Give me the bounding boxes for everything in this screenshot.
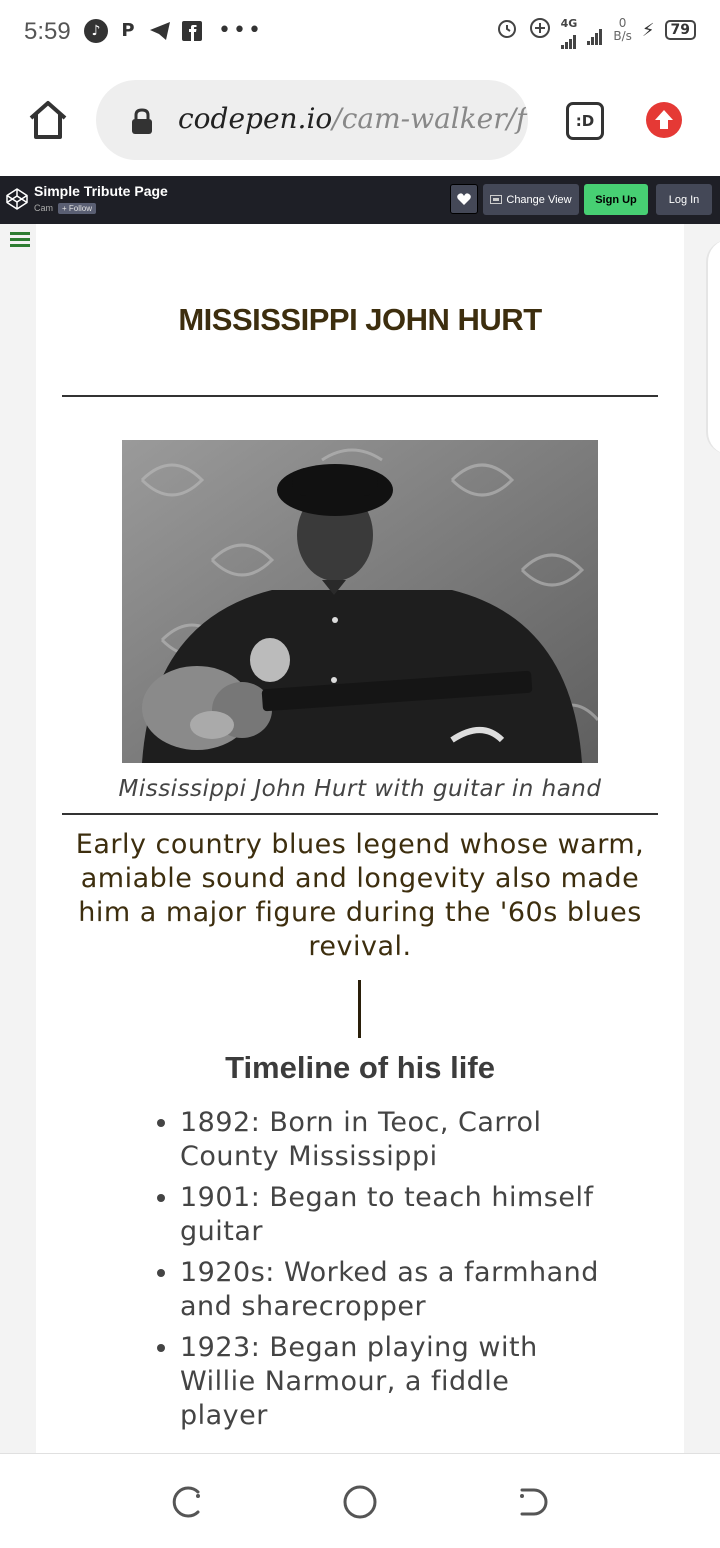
recents-button[interactable] [516, 1484, 552, 1520]
p-icon: P [121, 20, 135, 41]
signal-bars-icon [587, 26, 603, 45]
charging-icon: ⚡ [641, 19, 655, 41]
battery-level: 79 [664, 20, 696, 40]
status-bar: 5:59 ♪ P ••• 4G 0 B/s ⚡ 79 [0, 0, 720, 64]
more-notifications-icon: ••• [218, 18, 263, 43]
home-button[interactable] [26, 98, 70, 142]
home-circle-icon [343, 1485, 377, 1519]
timeline-item: 1892: Born in Teoc, Carrol County Missis… [180, 1106, 600, 1174]
timeline-item: 1923: Began playing with Willie Narmour,… [180, 1331, 600, 1433]
recents-icon [520, 1488, 548, 1516]
timeline-item: 1901: Began to teach himself guitar [180, 1181, 600, 1249]
tribute-page: MISSISSIPPI JOHN HURT Mississippi John H… [36, 224, 684, 1453]
browser-toolbar: codepen.io/cam-walker/full :D [0, 64, 720, 176]
codepen-logo-icon[interactable] [6, 188, 28, 210]
caption-divider [62, 813, 658, 815]
back-icon [172, 1486, 200, 1518]
log-in-button[interactable]: Log In [656, 184, 712, 215]
timeline-heading: Timeline of his life [225, 1050, 495, 1085]
status-time: 5:59 [24, 18, 71, 45]
lock-icon [132, 108, 152, 134]
pen-title: Simple Tribute Page [34, 183, 168, 199]
notification-icons: ♪ P ••• [84, 18, 263, 43]
vertical-divider [358, 980, 361, 1038]
image-caption: Mississippi John Hurt with guitar in han… [118, 776, 602, 802]
back-button[interactable] [168, 1484, 204, 1520]
network-speed: 0 B/s [613, 16, 632, 43]
tagline: Early country blues legend whose warm, a… [75, 829, 645, 962]
sign-up-button[interactable]: Sign Up [584, 184, 648, 215]
layout-icon [490, 195, 503, 204]
update-button[interactable] [646, 102, 682, 138]
telegram-icon [148, 19, 172, 43]
tribute-photo [122, 440, 598, 763]
pen-author[interactable]: Cam [34, 203, 53, 213]
data-saver-icon [529, 17, 551, 43]
signal-4g-icon: 4G [560, 17, 577, 49]
timeline-list: 1892: Born in Teoc, Carrol County Missis… [154, 1106, 600, 1440]
heart-icon [457, 193, 471, 205]
heart-button[interactable] [450, 184, 478, 214]
scroll-handle[interactable] [706, 240, 720, 454]
tabs-button[interactable]: :D [566, 102, 604, 140]
timeline-item: 1920s: Worked as a farmhand and sharecro… [180, 1256, 600, 1324]
page-title: MISSISSIPPI JOHN HURT [178, 302, 542, 337]
title-divider [62, 395, 658, 397]
follow-button[interactable]: + Follow [58, 203, 97, 214]
url-path: /cam-walker/full [332, 102, 528, 135]
status-indicators: 4G 0 B/s ⚡ 79 [495, 16, 696, 49]
navigation-bar [0, 1453, 720, 1548]
address-bar[interactable]: codepen.io/cam-walker/full [96, 80, 528, 160]
arrow-up-icon [655, 110, 673, 129]
hamburger-menu-icon[interactable] [10, 232, 30, 248]
url-text: codepen.io/cam-walker/full [178, 102, 528, 135]
facebook-icon [180, 19, 204, 43]
change-view-button[interactable]: Change View [483, 184, 579, 215]
music-note-icon: ♪ [84, 18, 108, 43]
home-nav-button[interactable] [342, 1484, 378, 1520]
change-view-label: Change View [506, 193, 572, 206]
url-host: codepen.io [178, 102, 333, 135]
home-icon [29, 101, 67, 139]
alarm-icon [495, 16, 519, 44]
